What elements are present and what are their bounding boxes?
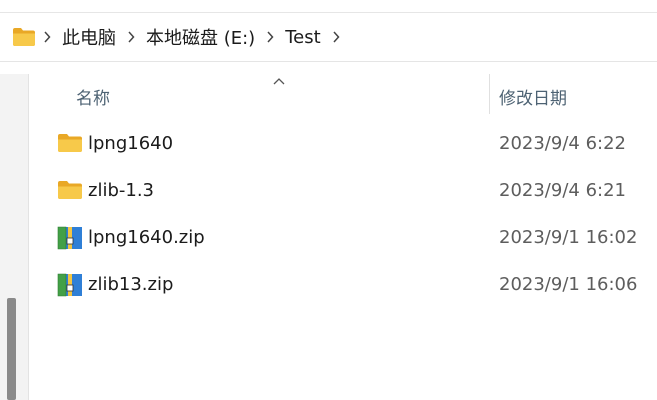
file-row-lpng1640-zip[interactable]: lpng1640.zip 2023/9/1 16:02 [29,214,657,261]
file-name: zlib-1.3 [88,180,154,201]
column-header-date-modified[interactable]: 修改日期 [499,84,567,109]
file-row-lpng1640[interactable]: lpng1640 2023/9/4 6:22 [29,120,657,167]
file-date-modified: 2023/9/4 6:22 [499,133,626,154]
title-strip [0,0,657,13]
column-header-name[interactable]: 名称 [76,84,110,109]
column-divider[interactable] [489,74,490,114]
folder-icon [12,25,36,49]
file-name: zlib13.zip [88,274,174,295]
sort-ascending-icon [273,70,285,85]
file-list: lpng1640 2023/9/4 6:22 zlib-1.3 2023/9/4… [29,120,657,308]
zip-archive-icon [57,272,83,298]
column-header: 名称 修改日期 [29,62,657,126]
breadcrumb-this-pc[interactable]: 此电脑 [58,24,120,50]
file-date-modified: 2023/9/1 16:06 [499,274,638,295]
navigation-pane-scrollbar[interactable] [7,298,16,400]
breadcrumb-test[interactable]: Test [281,27,324,48]
file-date-modified: 2023/9/4 6:21 [499,180,626,201]
chevron-right-icon[interactable] [259,25,281,49]
file-name: lpng1640.zip [88,227,205,248]
file-row-zlib-1-3[interactable]: zlib-1.3 2023/9/4 6:21 [29,167,657,214]
file-name: lpng1640 [88,133,174,154]
file-date-modified: 2023/9/1 16:02 [499,227,638,248]
file-row-zlib13-zip[interactable]: zlib13.zip 2023/9/1 16:06 [29,261,657,308]
chevron-right-icon[interactable] [325,25,347,49]
address-bar[interactable]: 此电脑 本地磁盘 (E:) Test [0,13,657,62]
breadcrumb-local-disk-e[interactable]: 本地磁盘 (E:) [142,24,259,50]
chevron-right-icon[interactable] [36,25,58,49]
folder-icon [57,131,83,157]
folder-icon [57,178,83,204]
chevron-right-icon[interactable] [120,25,142,49]
zip-archive-icon [57,225,83,251]
